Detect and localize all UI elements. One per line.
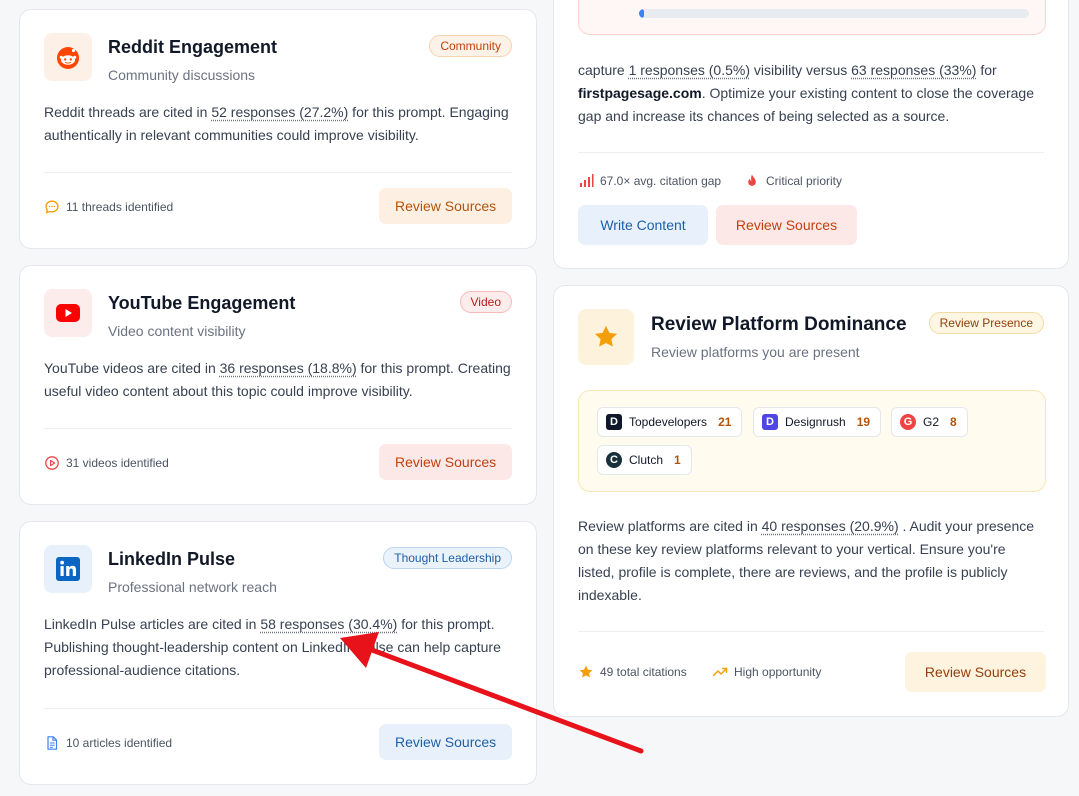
reddit-engagement-card: Reddit Engagement Community discussions … [19, 9, 537, 249]
platform-count: 21 [718, 415, 732, 429]
card-description: YouTube videos are cited in 36 responses… [44, 357, 512, 403]
citation-gap-stat: 67.0× avg. citation gap [578, 173, 721, 189]
progress-fill [639, 9, 644, 18]
desc-text: LinkedIn Pulse articles are cited in [44, 616, 261, 632]
star-icon [578, 309, 634, 365]
responses-link[interactable]: 1 responses (0.5%) [629, 62, 750, 78]
total-citations-stat: 49 total citations [578, 664, 687, 680]
clutch-logo-icon: C [606, 452, 622, 468]
platform-chip-g2[interactable]: G G2 8 [891, 407, 968, 437]
review-sources-button[interactable]: Review Sources [379, 444, 512, 480]
play-circle-icon [45, 456, 59, 470]
topdevelopers-logo-icon: D [606, 414, 622, 430]
articles-count: 10 articles identified [44, 735, 172, 751]
divider [578, 152, 1044, 153]
stat-text: 67.0× avg. citation gap [600, 174, 722, 188]
card-header: LinkedIn Pulse Professional network reac… [44, 545, 512, 595]
responses-link[interactable]: 63 responses (33%) [851, 62, 976, 78]
card-description: Review platforms are cited in 40 respons… [578, 515, 1044, 607]
platform-chip-clutch[interactable]: C Clutch 1 [597, 445, 692, 475]
youtube-engagement-card: YouTube Engagement Video content visibil… [19, 265, 537, 505]
progress-panel [578, 0, 1046, 35]
card-header: Review Platform Dominance Review platfor… [578, 309, 1044, 367]
desc-text: YouTube videos are cited in [44, 360, 220, 376]
responses-link[interactable]: 40 responses (20.9%) [762, 518, 899, 534]
desc-text: capture [578, 62, 629, 78]
stat-text: High opportunity [734, 665, 822, 679]
write-content-button[interactable]: Write Content [578, 205, 708, 245]
card-title: LinkedIn Pulse [108, 549, 236, 569]
card-subtitle: Review platforms you are present [651, 344, 860, 360]
review-sources-button[interactable]: Review Sources [905, 652, 1046, 692]
platform-chip-topdevelopers[interactable]: D Topdevelopers 21 [597, 407, 743, 437]
divider [44, 428, 512, 429]
platforms-panel: D Topdevelopers 21 D Designrush 19 G G2 … [578, 390, 1046, 492]
linkedin-icon [44, 545, 92, 593]
flame-icon [748, 174, 756, 186]
platform-name: G2 [923, 415, 940, 429]
platform-name: Clutch [629, 453, 664, 467]
youtube-icon [44, 289, 92, 337]
platform-count: 19 [856, 415, 871, 429]
designrush-logo-icon: D [762, 414, 778, 430]
threads-count: 11 threads identified [44, 199, 173, 215]
stat-text: 49 total citations [600, 665, 687, 679]
citation-gap-card: capture 1 responses (0.5%) visibility ve… [553, 0, 1069, 269]
review-platform-card: Review Platform Dominance Review platfor… [553, 285, 1069, 717]
desc-text: visibility versus [750, 62, 852, 78]
card-description: LinkedIn Pulse articles are cited in 58 … [44, 613, 512, 682]
desc-text: Reddit threads are cited in [44, 104, 212, 120]
card-title: YouTube Engagement [108, 293, 296, 313]
document-icon [47, 736, 58, 750]
platform-count: 8 [950, 415, 957, 429]
card-description: Reddit threads are cited in 52 responses… [44, 101, 512, 147]
card-subtitle: Video content visibility [108, 323, 246, 339]
divider [44, 172, 512, 173]
platform-chip-designrush[interactable]: D Designrush 19 [753, 407, 882, 437]
review-sources-button[interactable]: Review Sources [379, 188, 512, 224]
category-badge: Thought Leadership [383, 547, 512, 569]
category-badge: Community [429, 35, 512, 57]
card-subtitle: Professional network reach [108, 579, 277, 595]
footer-text: 11 threads identified [66, 200, 174, 214]
card-header: YouTube Engagement Video content visibil… [44, 289, 512, 339]
responses-link[interactable]: 52 responses (27.2%) [211, 104, 348, 120]
bar-chart-icon [580, 174, 594, 187]
card-header: Reddit Engagement Community discussions … [44, 33, 512, 83]
card-subtitle: Community discussions [108, 67, 256, 83]
category-badge: Video [459, 291, 512, 313]
desc-text: Review platforms are cited in [578, 518, 762, 534]
divider [578, 631, 1044, 632]
review-sources-button[interactable]: Review Sources [716, 205, 857, 245]
card-description: capture 1 responses (0.5%) visibility ve… [578, 59, 1044, 128]
platform-name: Designrush [785, 415, 846, 429]
chat-bubble-icon [45, 200, 59, 214]
videos-count: 31 videos identified [44, 455, 169, 471]
trending-up-icon [712, 667, 728, 677]
platform-count: 1 [674, 453, 681, 467]
review-sources-button[interactable]: Review Sources [379, 724, 512, 760]
competitor-domain: firstpagesage.com [578, 85, 702, 101]
platform-name: Topdevelopers [629, 415, 708, 429]
desc-text: for [976, 62, 997, 78]
responses-link[interactable]: 36 responses (18.8%) [220, 360, 357, 376]
responses-link[interactable]: 58 responses (30.4%) [260, 616, 397, 632]
footer-text: 10 articles identified [66, 736, 173, 750]
footer-text: 31 videos identified [66, 456, 169, 470]
category-badge: Review Presence [928, 312, 1044, 334]
star-small-icon [579, 665, 593, 678]
linkedin-pulse-card: LinkedIn Pulse Professional network reac… [19, 521, 537, 785]
card-title: Review Platform Dominance [651, 314, 907, 335]
opportunity-stat: High opportunity [712, 664, 821, 680]
divider [44, 708, 512, 709]
g2-logo-icon: G [900, 414, 916, 430]
progress-track [639, 9, 1029, 18]
priority-stat: Critical priority [744, 173, 842, 189]
stat-text: Critical priority [766, 174, 843, 188]
card-title: Reddit Engagement [108, 37, 278, 57]
reddit-icon [44, 33, 92, 81]
